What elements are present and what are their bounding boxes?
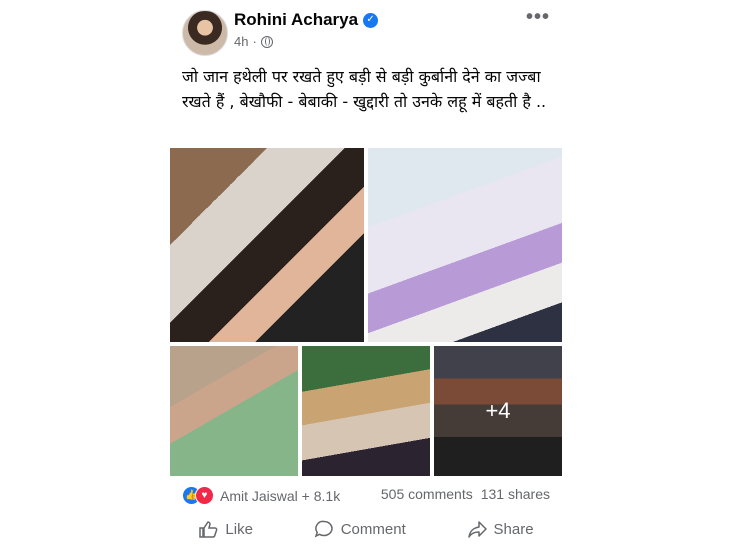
globe-icon <box>260 35 273 48</box>
author-avatar[interactable] <box>182 10 228 56</box>
comment-button[interactable]: Comment <box>314 520 406 538</box>
verified-badge-icon: ✓ <box>363 12 379 28</box>
more-photos-count: +4 <box>485 398 511 423</box>
post-meta: 4h · <box>234 34 273 49</box>
share-label: Share <box>493 520 534 538</box>
comments-count[interactable]: 505 comments <box>381 486 473 502</box>
like-label: Like <box>225 520 253 538</box>
meta-separator: · <box>252 34 257 49</box>
share-icon <box>467 521 487 538</box>
like-button[interactable]: Like <box>198 520 253 538</box>
share-button[interactable]: Share <box>467 520 534 538</box>
thumbs-up-icon <box>199 521 218 538</box>
photo-sunset[interactable]: +4 <box>434 346 562 476</box>
more-options-icon[interactable]: ••• <box>526 6 550 29</box>
reactions-text: Amit Jaiswal + 8.1k <box>220 487 341 504</box>
photo-garden[interactable] <box>302 346 430 476</box>
photo-hospital-gown[interactable] <box>170 346 298 476</box>
engagement-counts: 505 comments 131 shares <box>381 486 550 502</box>
action-bar: Like Comment Share <box>168 520 564 538</box>
comment-icon <box>314 520 333 538</box>
post-caption: जो जान हथेली पर रखते हुए बड़ी से बड़ी कु… <box>182 67 547 111</box>
more-photos-overlay[interactable]: +4 <box>434 346 562 476</box>
love-reaction-icon: ♥ <box>195 486 214 505</box>
comment-label: Comment <box>340 520 406 538</box>
shares-count[interactable]: 131 shares <box>481 486 550 502</box>
photo-selfie[interactable] <box>170 148 364 342</box>
post-time[interactable]: 4h <box>234 34 248 49</box>
photo-hospital-room[interactable] <box>368 148 562 342</box>
author-name-row: Rohini Acharya ✓ <box>234 10 379 30</box>
reactions-summary[interactable]: 👍 ♥ Amit Jaiswal + 8.1k <box>182 486 340 505</box>
author-name[interactable]: Rohini Acharya <box>234 10 358 30</box>
facebook-post: Rohini Acharya ✓ 4h · ••• जो जान हथेली प… <box>168 0 564 548</box>
